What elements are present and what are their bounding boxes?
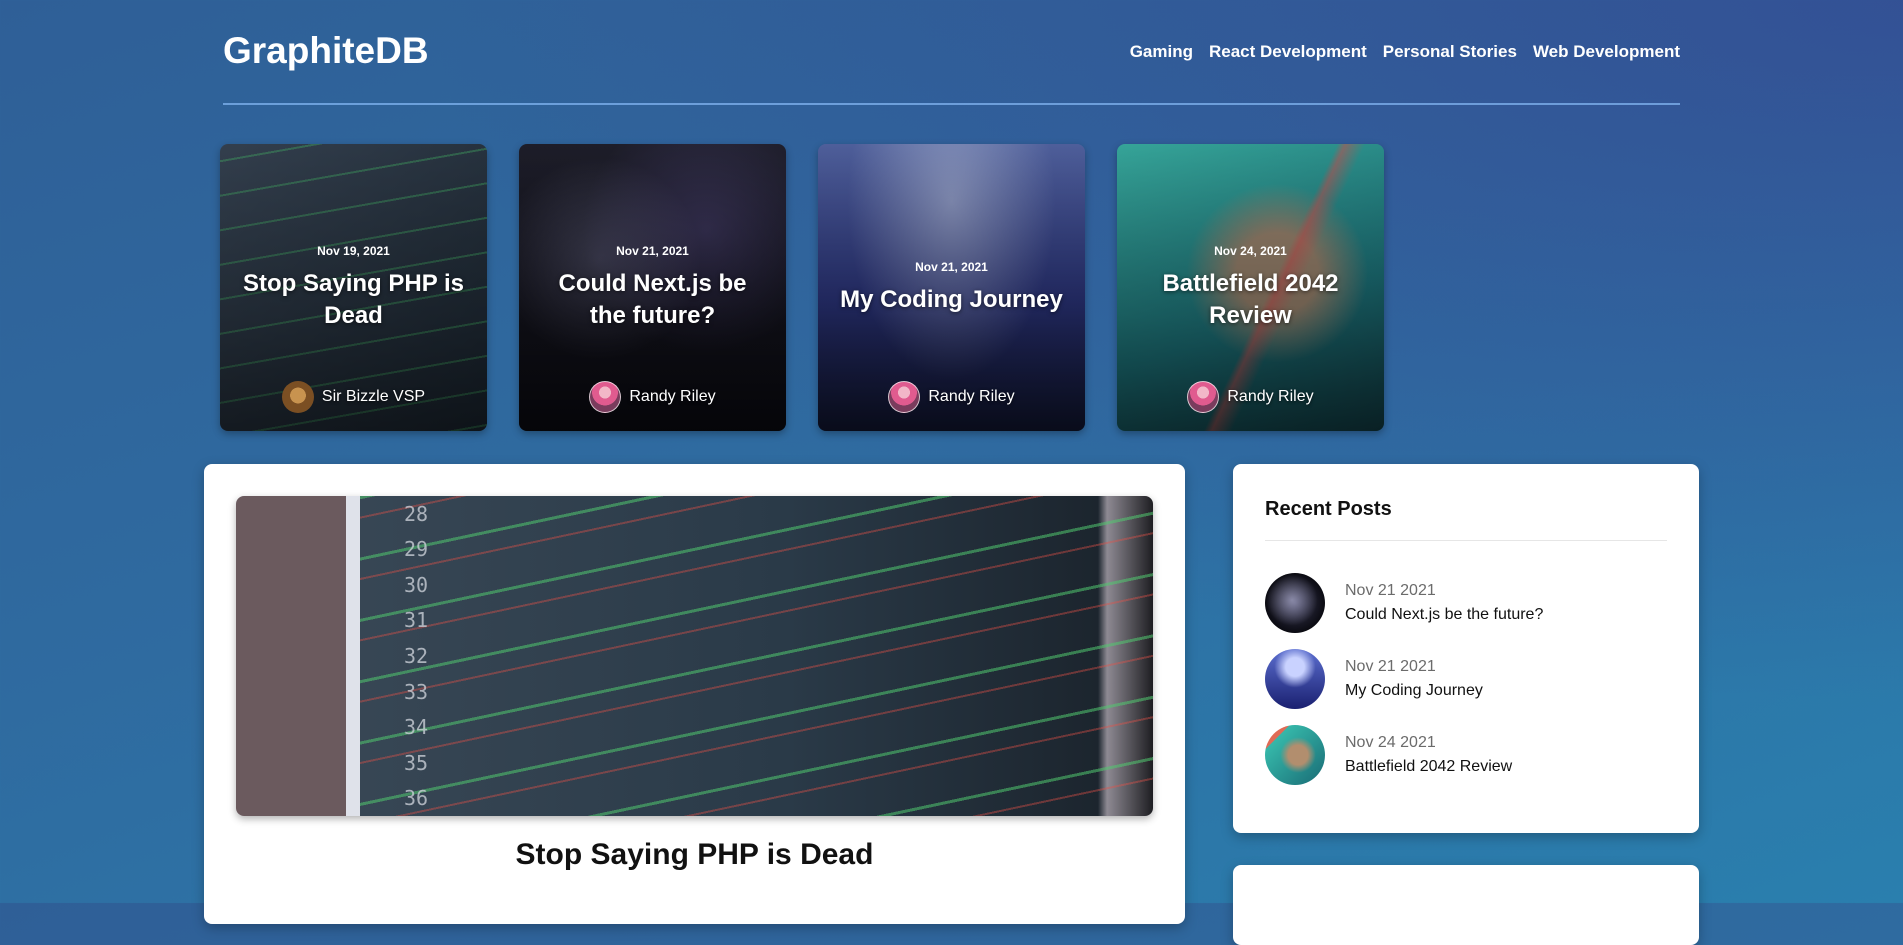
recent-post-date: Nov 24 2021 <box>1345 734 1436 751</box>
author-avatar <box>888 381 921 413</box>
author-avatar <box>281 381 314 413</box>
author-name: Randy Riley <box>1227 388 1314 405</box>
card-title: Could Next.js be the future? <box>558 269 747 329</box>
nav-link-web-development[interactable]: Web Development <box>1533 42 1680 62</box>
author-name: Randy Riley <box>928 388 1015 405</box>
heading-divider <box>1265 540 1667 541</box>
author-name: Sir Bizzle VSP <box>321 388 426 405</box>
category-nav: Gaming React Development Personal Storie… <box>1130 42 1680 62</box>
recent-post-item[interactable]: Nov 21 2021 Could Next.js be the future? <box>1265 572 1543 634</box>
recent-post-date: Nov 21 2021 <box>1345 582 1436 599</box>
recent-post-title[interactable]: My Coding Journey <box>1345 682 1483 700</box>
nav-link-gaming[interactable]: Gaming <box>1130 42 1193 62</box>
featured-posts: Nov 19, 2021 Stop Saying PHP is Dead Sir… <box>220 144 1384 431</box>
card-title: Battlefield 2042 Review <box>1162 269 1339 329</box>
recent-posts-list: Nov 21 2021 Could Next.js be the future?… <box>1265 572 1543 800</box>
author-name: Randy Riley <box>629 388 716 405</box>
card-author: Randy Riley <box>818 381 1085 413</box>
post-title[interactable]: Stop Saying PHP is Dead <box>204 838 1185 872</box>
recent-post-thumbnail <box>1265 573 1325 633</box>
nav-link-personal-stories[interactable]: Personal Stories <box>1383 42 1517 62</box>
card-author: Randy Riley <box>519 381 786 413</box>
featured-card-battlefield[interactable]: Nov 24, 2021 Battlefield 2042 Review Ran… <box>1117 144 1384 431</box>
recent-post-date: Nov 21 2021 <box>1345 658 1436 675</box>
card-date: Nov 19, 2021 <box>317 243 390 258</box>
nav-link-react-development[interactable]: React Development <box>1209 42 1367 62</box>
header-divider <box>223 103 1680 105</box>
card-title: My Coding Journey <box>840 285 1063 313</box>
recent-post-thumbnail <box>1265 649 1325 709</box>
recent-posts-heading: Recent Posts <box>1265 498 1392 520</box>
featured-card-php[interactable]: Nov 19, 2021 Stop Saying PHP is Dead Sir… <box>220 144 487 431</box>
card-date: Nov 21, 2021 <box>616 243 689 258</box>
card-title: Stop Saying PHP is Dead <box>243 269 464 329</box>
recent-post-title[interactable]: Battlefield 2042 Review <box>1345 758 1512 776</box>
card-date: Nov 21, 2021 <box>915 259 988 274</box>
recent-posts-widget: Recent Posts Nov 21 2021 Could Next.js b… <box>1233 464 1699 833</box>
code-line-numbers: 28 29 30 31 32 33 34 35 36 <box>403 501 429 811</box>
recent-post-thumbnail <box>1265 725 1325 785</box>
featured-card-nextjs[interactable]: Nov 21, 2021 Could Next.js be the future… <box>519 144 786 431</box>
recent-post-title[interactable]: Could Next.js be the future? <box>1345 606 1543 624</box>
card-date: Nov 24, 2021 <box>1214 243 1287 258</box>
author-avatar <box>1187 381 1220 413</box>
card-author: Sir Bizzle VSP <box>220 381 487 413</box>
post-hero-image[interactable]: 28 29 30 31 32 33 34 35 36 <box>236 496 1153 816</box>
recent-post-item[interactable]: Nov 21 2021 My Coding Journey <box>1265 648 1543 710</box>
author-avatar <box>589 381 622 413</box>
main-post: 28 29 30 31 32 33 34 35 36 Stop Saying P… <box>204 464 1185 924</box>
sidebar-widget-secondary <box>1233 865 1699 945</box>
featured-card-coding-journey[interactable]: Nov 21, 2021 My Coding Journey Randy Ril… <box>818 144 1085 431</box>
recent-post-item[interactable]: Nov 24 2021 Battlefield 2042 Review <box>1265 724 1543 786</box>
site-logo[interactable]: GraphiteDB <box>223 30 429 72</box>
card-author: Randy Riley <box>1117 381 1384 413</box>
